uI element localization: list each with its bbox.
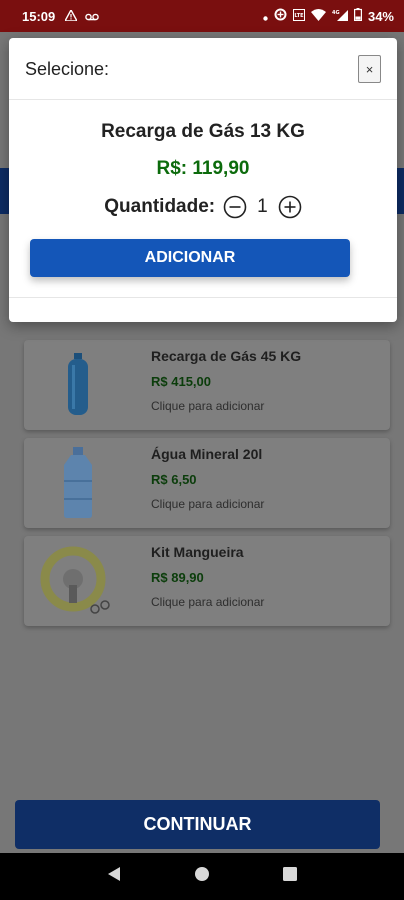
plus-icon[interactable] [278,195,302,219]
modal-title: Selecione: [25,59,110,79]
battery-percent: 34% [367,8,394,24]
product-name: Kit Mangueira [151,544,244,560]
product-price: R$ 89,90 [151,570,204,585]
product-price: R$ 415,00 [151,374,211,389]
status-bar: 15:09 LTE 4G 34% [0,0,404,32]
product-name: Água Mineral 20l [151,446,263,462]
wifi-icon [310,8,326,24]
signal-icon: 4G [332,9,348,24]
hose-kit-icon [38,544,118,618]
svg-text:4G: 4G [332,10,340,16]
voicemail-icon [85,9,100,24]
svg-text:LTE: LTE [294,13,304,19]
warning-icon [64,8,79,24]
water-gallon-icon [38,446,118,520]
product-name: Recarga de Gás 45 KG [151,348,302,364]
close-button[interactable]: × [358,55,381,83]
add-button[interactable]: ADICIONAR [30,239,350,277]
data-saver-icon [274,8,287,24]
quantity-value: 1 [257,196,268,217]
product-price: R$ 6,50 [151,472,197,487]
select-quantity-modal: Selecione: × Recarga de Gás 13 KG R$: 11… [9,38,397,322]
modal-product-price: R$: 119,90 [156,158,250,179]
quantity-label: Quantidade: [104,196,216,217]
recents-icon[interactable] [283,867,298,886]
modal-product-name: Recarga de Gás 13 KG [101,121,305,142]
dot-icon [263,9,268,24]
product-card-hose-kit[interactable]: Kit Mangueira R$ 89,90 Clique para adici… [24,536,390,626]
modal-header: Selecione: × [9,38,397,100]
status-time: 15:09 [22,8,56,24]
quantity-stepper: Quantidade: 1 [9,195,397,219]
product-hint: Clique para adicionar [151,595,265,609]
volte-icon: LTE [292,8,305,24]
home-icon[interactable] [194,866,210,887]
product-card-gas-45[interactable]: Recarga de Gás 45 KG R$ 415,00 Clique pa… [24,340,390,430]
continue-button[interactable]: CONTINUAR [15,800,380,849]
minus-icon[interactable] [223,195,247,219]
battery-icon [353,8,362,24]
product-hint: Clique para adicionar [151,497,265,511]
system-nav-bar [0,853,404,900]
product-card-water[interactable]: Água Mineral 20l R$ 6,50 Clique para adi… [24,438,390,528]
gas-cylinder-icon [38,348,118,422]
product-hint: Clique para adicionar [151,399,265,413]
modal-footer-divider [9,297,397,298]
back-icon[interactable] [107,866,121,887]
